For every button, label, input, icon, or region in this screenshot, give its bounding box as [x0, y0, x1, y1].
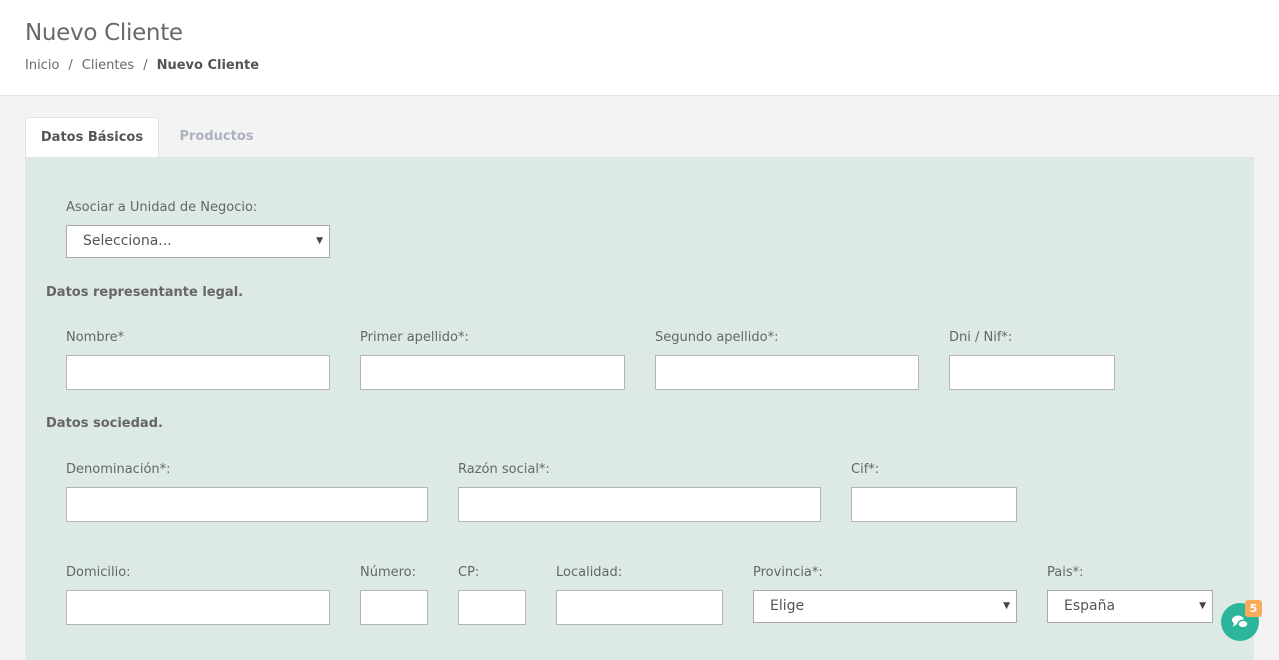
unidad-negocio-label: Asociar a Unidad de Negocio:: [66, 200, 258, 215]
localidad-label: Localidad:: [556, 565, 623, 580]
denominacion-label: Denominación*:: [66, 462, 171, 477]
denominacion-field[interactable]: [66, 487, 428, 522]
page-title: Nuevo Cliente: [25, 20, 183, 46]
tab-datos-basicos[interactable]: Datos Básicos: [25, 117, 159, 158]
pais-select[interactable]: España ▼: [1047, 590, 1213, 623]
caret-down-icon: ▼: [316, 236, 323, 246]
form-panel: Asociar a Unidad de Negocio: Selecciona.…: [25, 157, 1254, 660]
dni-label: Dni / Nif*:: [949, 330, 1013, 345]
breadcrumb: Inicio / Clientes / Nuevo Cliente: [25, 58, 260, 73]
localidad-field[interactable]: [556, 590, 723, 625]
pais-value: España: [1064, 598, 1116, 614]
provincia-value: Elige: [770, 598, 805, 614]
nombre-field[interactable]: [66, 355, 330, 390]
breadcrumb-inicio[interactable]: Inicio: [25, 58, 59, 73]
unidad-negocio-value: Selecciona...: [83, 233, 172, 249]
chat-badge: 5: [1245, 600, 1262, 617]
segundo-apellido-label: Segundo apellido*:: [655, 330, 779, 345]
cp-field[interactable]: [458, 590, 526, 625]
numero-field[interactable]: [360, 590, 428, 625]
tab-productos[interactable]: Productos: [159, 117, 274, 158]
numero-label: Número:: [360, 565, 417, 580]
cif-field[interactable]: [851, 487, 1017, 522]
breadcrumb-clientes[interactable]: Clientes: [82, 58, 134, 73]
primer-apellido-field[interactable]: [360, 355, 625, 390]
segundo-apellido-field[interactable]: [655, 355, 919, 390]
razon-social-label: Razón social*:: [458, 462, 550, 477]
caret-down-icon: ▼: [1003, 601, 1010, 611]
provincia-label: Provincia*:: [753, 565, 823, 580]
domicilio-field[interactable]: [66, 590, 330, 625]
razon-social-field[interactable]: [458, 487, 821, 522]
dni-field[interactable]: [949, 355, 1115, 390]
section-representante-title: Datos representante legal.: [46, 285, 244, 300]
unidad-negocio-select[interactable]: Selecciona... ▼: [66, 225, 330, 258]
caret-down-icon: ▼: [1199, 601, 1206, 611]
section-sociedad-title: Datos sociedad.: [46, 416, 163, 431]
nombre-label: Nombre*: [66, 330, 125, 345]
page-header: Nuevo Cliente Inicio / Clientes / Nuevo Clie…: [0, 0, 1279, 96]
primer-apellido-label: Primer apellido*:: [360, 330, 469, 345]
cp-label: CP:: [458, 565, 480, 580]
provincia-select[interactable]: Elige ▼: [753, 590, 1017, 623]
cif-label: Cif*:: [851, 462, 880, 477]
pais-label: Pais*:: [1047, 565, 1084, 580]
breadcrumb-current: Nuevo Cliente: [156, 58, 260, 73]
domicilio-label: Domicilio:: [66, 565, 131, 580]
